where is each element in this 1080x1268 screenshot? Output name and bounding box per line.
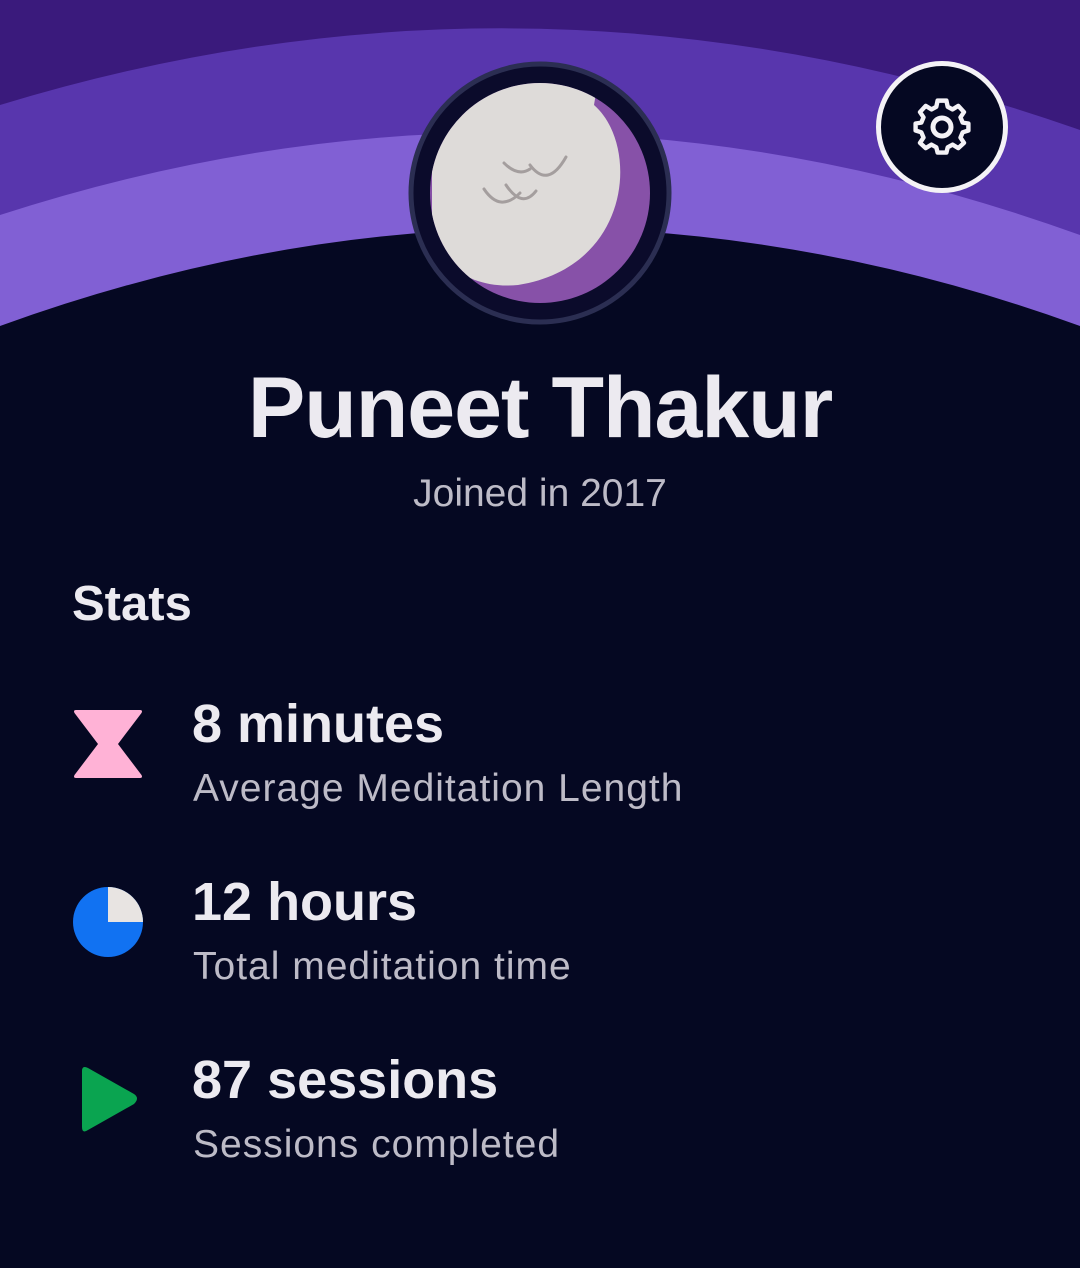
hourglass-icon [74, 710, 142, 778]
stat-label: Average Meditation Length [193, 767, 684, 810]
stat-value: 87 sessions [192, 1050, 499, 1110]
settings-button[interactable] [876, 61, 1008, 193]
stat-value: 12 hours [192, 872, 418, 932]
play-icon [82, 1067, 137, 1132]
stat-total-time: 12 hours Total meditation time [0, 870, 1080, 1010]
stat-value: 8 minutes [192, 694, 445, 754]
stat-label: Sessions completed [193, 1123, 561, 1166]
avatar [408, 61, 672, 325]
gear-icon [913, 98, 971, 155]
profile-name: Puneet Thakur [247, 360, 833, 456]
stat-sessions: 87 sessions Sessions completed [0, 1048, 1080, 1188]
stat-average-length: 8 minutes Average Meditation Length [0, 692, 1080, 832]
stat-label: Total meditation time [193, 945, 572, 988]
joined-date: Joined in 2017 [413, 472, 667, 515]
pie-clock-icon [73, 887, 143, 957]
stats-heading: Stats [72, 577, 192, 631]
